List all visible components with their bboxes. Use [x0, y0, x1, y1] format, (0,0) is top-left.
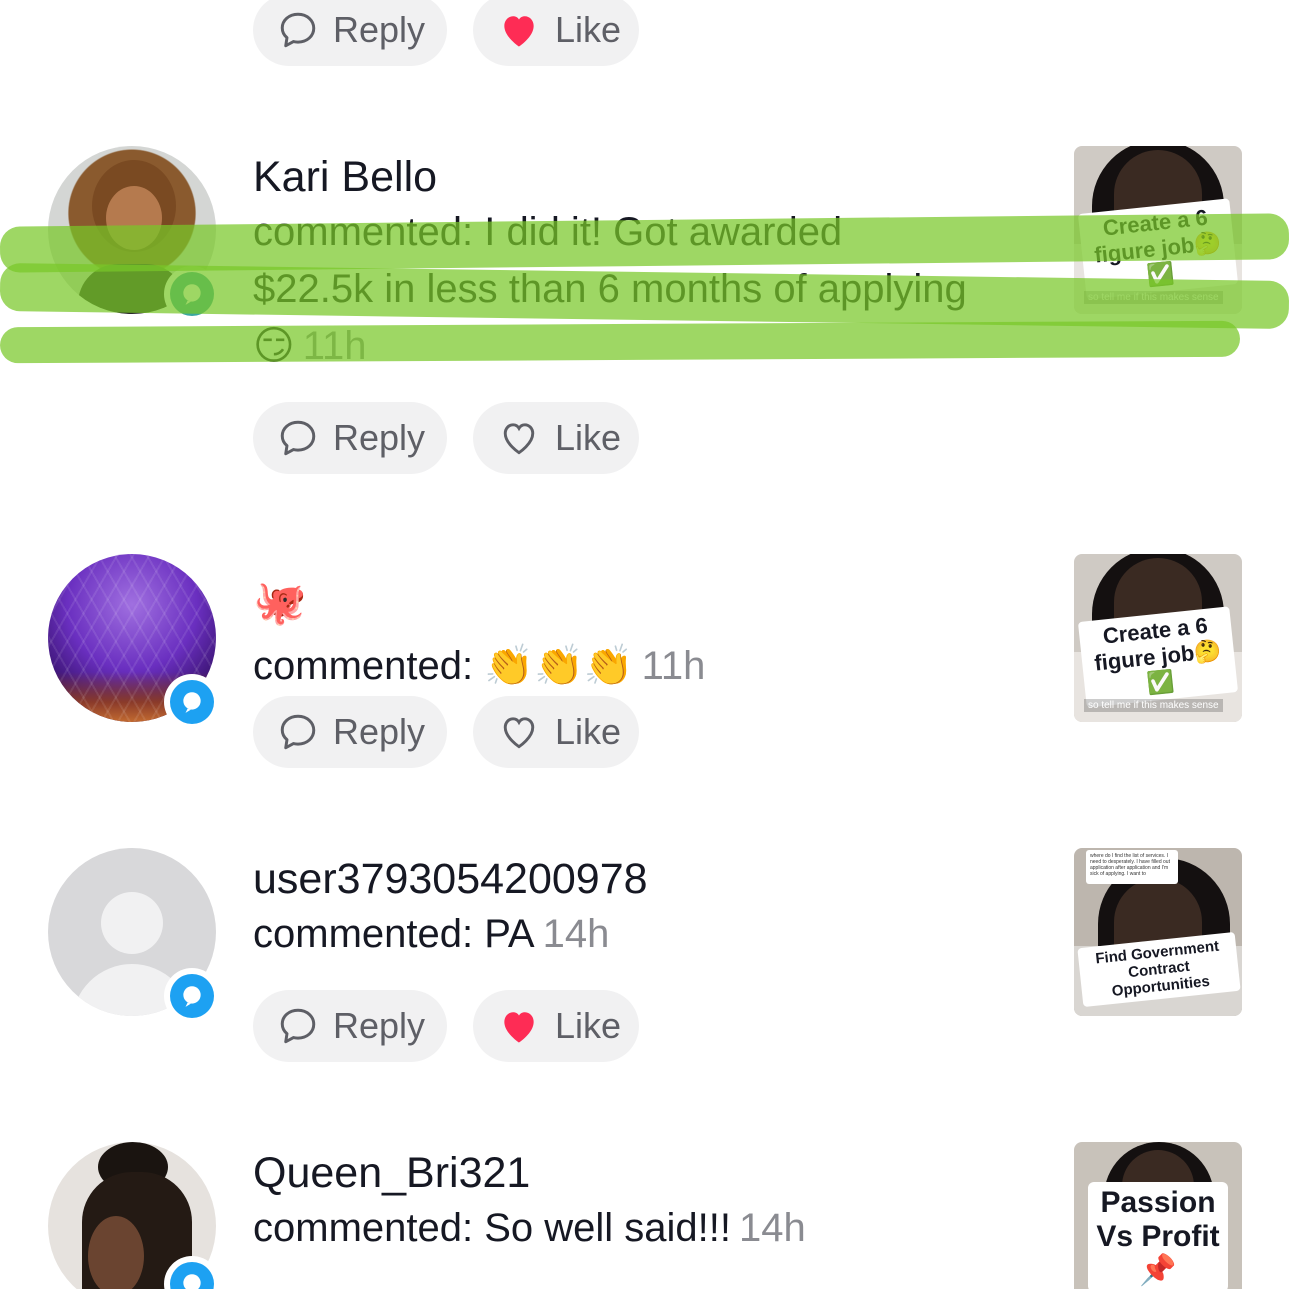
- heart-filled-icon: [504, 16, 534, 47]
- thumbnail-caption: Passion Vs Profit 📌: [1088, 1182, 1228, 1289]
- reply-button[interactable]: Reply: [253, 990, 447, 1062]
- thumbnail-note: where do I find the list of services. I …: [1086, 850, 1178, 884]
- video-thumbnail[interactable]: where do I find the list of services. I …: [1074, 848, 1242, 1016]
- comment-time: 11h: [302, 324, 367, 368]
- comment-username[interactable]: Kari Bello: [253, 150, 973, 204]
- reply-button[interactable]: Reply: [253, 696, 447, 768]
- reply-label: Reply: [333, 1005, 426, 1046]
- comment-actions: Reply Like: [253, 402, 639, 474]
- comment-time: 14h: [542, 912, 610, 956]
- reply-icon: [280, 420, 316, 456]
- like-button[interactable]: Like: [473, 696, 639, 768]
- like-button[interactable]: Like: [473, 402, 639, 474]
- comment-actions: Reply Like: [253, 990, 639, 1062]
- comment-badge-icon: [164, 968, 220, 1024]
- comment-badge-icon: [164, 266, 220, 322]
- like-label: Like: [555, 9, 622, 50]
- reply-label: Reply: [333, 417, 426, 458]
- thumbnail-subtext: so tell me if this makes sense: [1084, 291, 1223, 304]
- comment-time: 14h: [739, 1206, 806, 1250]
- reply-icon: [280, 12, 316, 48]
- comment-username[interactable]: user3793054200978: [253, 852, 973, 906]
- thumbnail-caption: Create a 6 figure job🤔✅: [1077, 198, 1239, 300]
- heart-filled-icon: [504, 1012, 534, 1043]
- comment-text: commented: So well said!!! 14h: [253, 1206, 806, 1250]
- heart-outline-icon: [503, 423, 535, 455]
- comment-text: commented: PA 14h: [253, 912, 610, 956]
- video-thumbnail[interactable]: Create a 6 figure job🤔✅ so tell me if th…: [1074, 146, 1242, 314]
- like-button[interactable]: Like: [473, 0, 639, 66]
- like-label: Like: [555, 711, 622, 752]
- comment-username[interactable]: Queen_Bri321: [253, 1146, 973, 1200]
- comment-text: commented: 👏👏👏 11h: [253, 644, 706, 688]
- comment-actions: Reply Like: [253, 696, 639, 768]
- reply-label: Reply: [333, 711, 426, 752]
- reply-button[interactable]: Reply: [253, 0, 447, 66]
- reply-icon: [280, 1008, 316, 1044]
- reply-icon: [280, 714, 316, 750]
- like-button[interactable]: Like: [473, 990, 639, 1062]
- heart-outline-icon: [503, 717, 535, 749]
- comment-badge-icon: [164, 674, 220, 730]
- comment-time: 11h: [641, 644, 706, 688]
- reply-label: Reply: [333, 9, 426, 50]
- top-comment-actions: Reply Like: [253, 0, 639, 66]
- video-thumbnail[interactable]: Create a 6 figure job🤔✅ so tell me if th…: [1074, 554, 1242, 722]
- thumbnail-caption: Create a 6 figure job🤔✅: [1077, 606, 1239, 708]
- comment-username[interactable]: 🐙: [253, 576, 973, 630]
- comment-text: commented: I did it! Got awarded $22.5k …: [253, 210, 967, 368]
- thumbnail-subtext: so tell me if this makes sense: [1084, 699, 1223, 712]
- video-thumbnail[interactable]: Passion Vs Profit 📌: [1074, 1142, 1242, 1289]
- like-label: Like: [555, 417, 622, 458]
- clapping-hands-emoji: 👏👏👏: [484, 644, 634, 688]
- reply-button[interactable]: Reply: [253, 402, 447, 474]
- smirk-emoji: 😏: [253, 324, 295, 368]
- like-label: Like: [555, 1005, 622, 1046]
